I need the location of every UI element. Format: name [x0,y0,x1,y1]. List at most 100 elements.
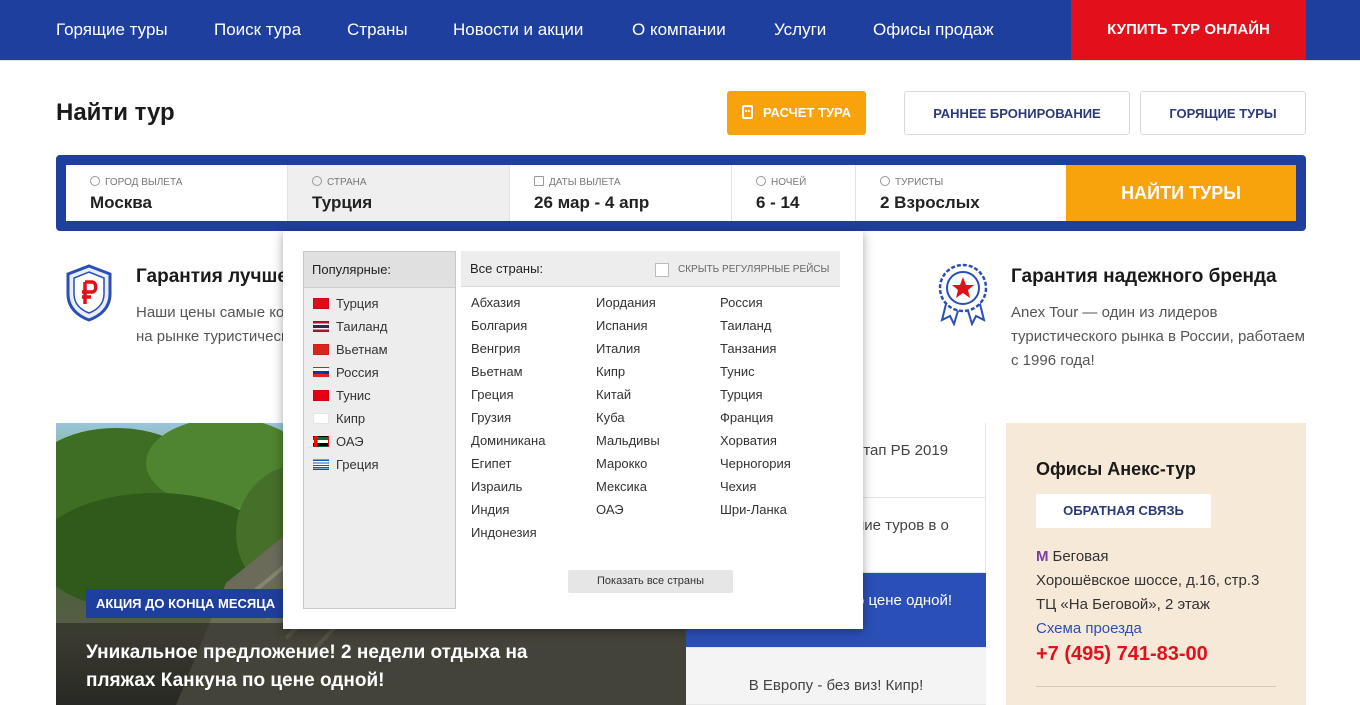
nights-field[interactable]: НОЧЕЙ 6 - 14 [732,165,856,221]
country-item[interactable]: Вьетнам [471,364,523,379]
country-item[interactable]: Черногория [720,456,791,471]
popular-country-item[interactable]: Турция [313,296,379,311]
tour-calc-button[interactable]: РАСЧЕТ ТУРА [727,91,866,135]
dates-field[interactable]: ДАТЫ ВЫЛЕТА 26 мар - 4 апр [510,165,732,221]
show-all-countries-button[interactable]: Показать все страны [568,570,733,593]
nav-hot-tours[interactable]: Горящие туры [56,0,168,60]
tourists-value: 2 Взрослых [880,193,980,212]
country-field[interactable]: СТРАНА Турция [288,165,510,221]
country-item[interactable]: Мексика [596,479,647,494]
early-booking-button[interactable]: РАННЕЕ БРОНИРОВАНИЕ [904,91,1130,135]
nav-offices[interactable]: Офисы продаж [873,0,994,60]
country-item[interactable]: Хорватия [720,433,777,448]
brand-guarantee-line3: с 1996 года! [1011,352,1095,369]
popular-country-item[interactable]: Тунис [313,388,371,403]
country-item[interactable]: Абхазия [471,295,520,310]
country-item[interactable]: ОАЭ [596,502,624,517]
nav-tour-search[interactable]: Поиск тура [214,0,301,60]
brand-guarantee-title: Гарантия надежного бренда [1011,266,1277,287]
country-item[interactable]: Шри-Ланка [720,502,787,517]
popular-header: Популярные: [304,252,455,288]
country-item[interactable]: Тунис [720,364,755,379]
plane-icon [90,176,100,186]
country-label: СТРАНА [327,177,367,188]
tunisia-flag-icon [313,390,329,401]
popular-country-label: Греция [336,457,379,472]
all-countries-header: Все страны: СКРЫТЬ РЕГУЛЯРНЫЕ РЕЙСЫ [461,251,840,287]
country-item[interactable]: Таиланд [720,318,771,333]
country-item[interactable]: Куба [596,410,625,425]
country-item[interactable]: Индия [471,502,509,517]
dates-value: 26 мар - 4 апр [534,193,650,212]
hide-regular-label[interactable]: СКРЫТЬ РЕГУЛЯРНЫЕ РЕЙСЫ [678,251,829,289]
location-pin-icon [312,176,322,186]
country-item[interactable]: Кипр [596,364,625,379]
vietnam-flag-icon [313,344,329,355]
country-item[interactable]: Марокко [596,456,647,471]
news-item[interactable]: В Европу - без виз! Кипр! [686,648,986,705]
find-tours-button[interactable]: НАЙТИ ТУРЫ [1066,165,1296,221]
all-countries-title: Все страны: [470,261,544,276]
person-icon [880,176,890,186]
departure-city-field[interactable]: ГОРОД ВЫЛЕТА Москва [66,165,288,221]
nav-countries[interactable]: Страны [347,0,408,60]
country-item[interactable]: Венгрия [471,341,520,356]
popular-country-item[interactable]: Вьетнам [313,342,388,357]
country-item[interactable]: Доминикана [471,433,545,448]
country-item[interactable]: Италия [596,341,640,356]
country-item[interactable]: Иордания [596,295,656,310]
price-guarantee-line1: Наши цены самые ко [136,304,285,321]
country-value: Турция [312,193,373,212]
country-item[interactable]: Танзания [720,341,776,356]
country-item[interactable]: Испания [596,318,648,333]
country-item[interactable]: Чехия [720,479,756,494]
country-item[interactable]: Франция [720,410,773,425]
office-phone[interactable]: +7 (495) 741-83-00 [1036,643,1208,666]
popular-countries-panel: Популярные: Турция Таиланд Вьетнам Росси… [303,251,456,609]
metro-icon: М [1036,548,1049,565]
tour-calc-label: РАСЧЕТ ТУРА [763,105,851,120]
star-badge-icon [938,263,988,326]
departure-city-value: Москва [90,193,152,212]
offices-card: Офисы Анекс-тур ОБРАТНАЯ СВЯЗЬ М Беговая … [1006,423,1306,705]
popular-country-item[interactable]: Россия [313,365,379,380]
popular-country-item[interactable]: ОАЭ [313,434,364,449]
country-item[interactable]: Египет [471,456,511,471]
top-navigation: Горящие туры Поиск тура Страны Новости и… [0,0,1360,60]
nav-services[interactable]: Услуги [774,0,826,60]
brand-guarantee-line2: туристического рынка в России, работаем [1011,328,1305,345]
hide-regular-checkbox[interactable] [655,263,669,277]
country-item[interactable]: Израиль [471,479,522,494]
buy-tour-online-button[interactable]: КУПИТЬ ТУР ОНЛАЙН [1071,0,1306,60]
turkey-flag-icon [313,298,329,309]
thailand-flag-icon [313,321,329,332]
country-item[interactable]: Болгария [471,318,527,333]
country-item[interactable]: Россия [720,295,763,310]
hot-tours-button[interactable]: ГОРЯЩИЕ ТУРЫ [1140,91,1306,135]
office-address-line1: Хорошёвское шоссе, д.16, стр.3 [1036,572,1260,589]
feedback-button[interactable]: ОБРАТНАЯ СВЯЗЬ [1036,494,1211,528]
nights-value: 6 - 14 [756,193,800,212]
price-guarantee-title: Гарантия лучше [136,266,288,287]
tourists-field[interactable]: ТУРИСТЫ 2 Взрослых [856,165,1066,221]
promo-tag: АКЦИЯ ДО КОНЦА МЕСЯЦА [86,589,286,618]
country-item[interactable]: Китай [596,387,631,402]
brand-guarantee-line1: Anex Tour — один из лидеров [1011,304,1218,321]
popular-country-item[interactable]: Таиланд [313,319,387,334]
metro-name: Беговая [1052,548,1109,565]
popular-country-item[interactable]: Кипр [313,411,365,426]
nav-about[interactable]: О компании [632,0,726,60]
popular-country-label: Тунис [336,388,371,403]
russia-flag-icon [313,367,329,378]
tour-search-bar: ГОРОД ВЫЛЕТА Москва СТРАНА Турция ДАТЫ В… [56,155,1306,231]
country-item[interactable]: Турция [720,387,763,402]
popular-country-label: Турция [336,296,379,311]
country-item[interactable]: Грузия [471,410,511,425]
nav-news[interactable]: Новости и акции [453,0,583,60]
country-item[interactable]: Греция [471,387,514,402]
popular-country-label: Кипр [336,411,366,426]
directions-link[interactable]: Схема проезда [1036,620,1142,637]
country-item[interactable]: Индонезия [471,525,537,540]
country-item[interactable]: Мальдивы [596,433,660,448]
popular-country-item[interactable]: Греция [313,457,379,472]
